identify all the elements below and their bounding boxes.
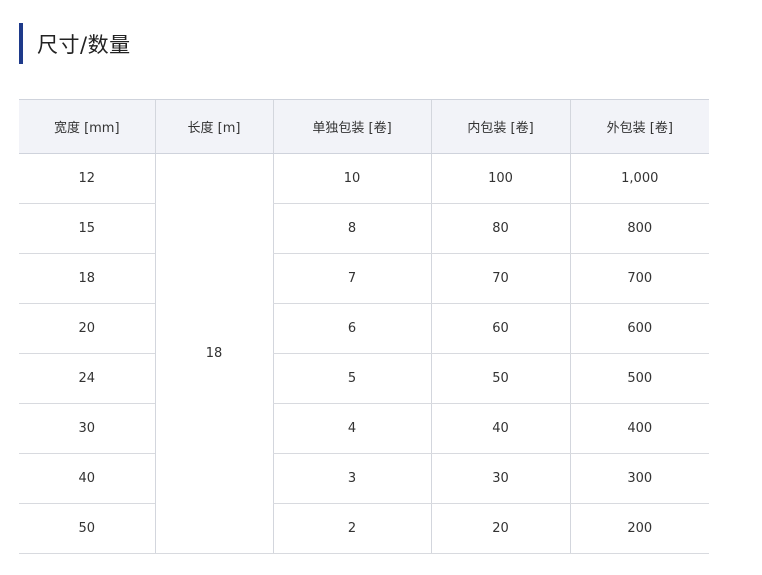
- table-row: 50 2 20 200: [19, 503, 709, 554]
- table-row: 18 7 70 700: [19, 253, 709, 304]
- header-outer-pack: 外包装 [卷]: [569, 99, 709, 154]
- cell-outer-pack: 200: [569, 503, 709, 554]
- cell-single-pack: 3: [272, 453, 431, 504]
- table-row: 20 6 60 600: [19, 303, 709, 354]
- cell-inner-pack: 40: [430, 403, 570, 454]
- cell-single-pack: 8: [272, 203, 431, 254]
- cell-width: 40: [19, 453, 155, 504]
- cell-width: 30: [19, 403, 155, 454]
- cell-width: 24: [19, 353, 155, 404]
- cell-inner-pack: 50: [430, 353, 570, 404]
- cell-inner-pack: 60: [430, 303, 570, 354]
- cell-outer-pack: 700: [569, 253, 709, 304]
- cell-single-pack: 2: [272, 503, 431, 554]
- header-single-pack: 单独包装 [卷]: [272, 99, 431, 154]
- cell-inner-pack: 100: [430, 153, 570, 204]
- table-row: 15 8 80 800: [19, 203, 709, 254]
- cell-single-pack: 7: [272, 253, 431, 304]
- cell-width: 20: [19, 303, 155, 354]
- table-row: 40 3 30 300: [19, 453, 709, 504]
- table-header-row: 宽度 [mm] 长度 [m] 单独包装 [卷] 内包装 [卷] 外包装 [卷]: [19, 99, 709, 154]
- cell-width: 12: [19, 153, 155, 204]
- cell-inner-pack: 30: [430, 453, 570, 504]
- cell-inner-pack: 20: [430, 503, 570, 554]
- size-quantity-table: 宽度 [mm] 长度 [m] 单独包装 [卷] 内包装 [卷] 外包装 [卷] …: [19, 99, 709, 554]
- cell-length-merged: 18: [154, 153, 273, 554]
- cell-outer-pack: 800: [569, 203, 709, 254]
- section-title: 尺寸/数量: [37, 32, 131, 57]
- header-width: 宽度 [mm]: [19, 99, 155, 154]
- cell-width: 15: [19, 203, 155, 254]
- cell-inner-pack: 70: [430, 253, 570, 304]
- cell-outer-pack: 400: [569, 403, 709, 454]
- cell-outer-pack: 300: [569, 453, 709, 504]
- cell-outer-pack: 1,000: [569, 153, 709, 204]
- cell-width: 18: [19, 253, 155, 304]
- section-heading: 尺寸/数量: [19, 23, 131, 64]
- cell-inner-pack: 80: [430, 203, 570, 254]
- header-inner-pack: 内包装 [卷]: [430, 99, 570, 154]
- table-row: 24 5 50 500: [19, 353, 709, 404]
- cell-outer-pack: 500: [569, 353, 709, 404]
- header-length: 长度 [m]: [154, 99, 273, 154]
- cell-width: 50: [19, 503, 155, 554]
- cell-single-pack: 10: [272, 153, 431, 204]
- table-row: 30 4 40 400: [19, 403, 709, 454]
- cell-single-pack: 6: [272, 303, 431, 354]
- cell-single-pack: 5: [272, 353, 431, 404]
- table-row: 12 18 10 100 1,000: [19, 153, 709, 554]
- cell-single-pack: 4: [272, 403, 431, 454]
- heading-accent-bar: [19, 23, 23, 64]
- cell-outer-pack: 600: [569, 303, 709, 354]
